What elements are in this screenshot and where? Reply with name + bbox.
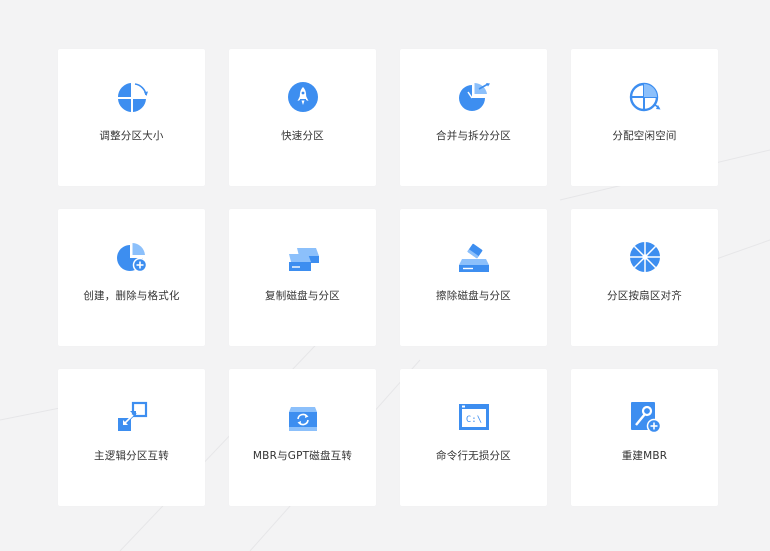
- wipe-disk-icon: [457, 240, 491, 274]
- feature-label: 复制磁盘与分区: [265, 290, 340, 302]
- resize-partition-icon: [115, 80, 149, 114]
- command-line-icon: C:\: [457, 400, 491, 434]
- feature-grid: 调整分区大小 快速分区 合并与拆分分区 分配空闲空间 创建，删除与格式化 复制磁…: [58, 49, 718, 506]
- rocket-icon: [286, 80, 320, 114]
- feature-card-resize-partition[interactable]: 调整分区大小: [58, 49, 205, 186]
- svg-text:C:\: C:\: [466, 415, 482, 425]
- feature-label: 命令行无损分区: [436, 450, 511, 462]
- feature-card-quick-partition[interactable]: 快速分区: [229, 49, 376, 186]
- feature-card-merge-split[interactable]: 合并与拆分分区: [400, 49, 547, 186]
- feature-label: 主逻辑分区互转: [94, 450, 169, 462]
- feature-card-primary-logical[interactable]: 主逻辑分区互转: [58, 369, 205, 506]
- feature-label: 重建MBR: [621, 450, 668, 462]
- feature-card-sector-align[interactable]: 分区按扇区对齐: [571, 209, 718, 346]
- feature-label: 分区按扇区对齐: [607, 290, 682, 302]
- merge-split-pie-icon: [457, 80, 491, 114]
- feature-card-create-delete-format[interactable]: 创建，删除与格式化: [58, 209, 205, 346]
- feature-label: 擦除磁盘与分区: [436, 290, 511, 302]
- feature-label: 快速分区: [281, 130, 324, 142]
- feature-label: 调整分区大小: [99, 130, 164, 142]
- feature-card-allocate-space[interactable]: 分配空闲空间: [571, 49, 718, 186]
- feature-card-wipe-disk[interactable]: 擦除磁盘与分区: [400, 209, 547, 346]
- sector-align-icon: [628, 240, 662, 274]
- feature-label: MBR与GPT磁盘互转: [252, 450, 353, 462]
- feature-card-mbr-gpt[interactable]: MBR与GPT磁盘互转: [229, 369, 376, 506]
- feature-label: 分配空闲空间: [612, 130, 677, 142]
- copy-disk-icon: [286, 240, 320, 274]
- rebuild-mbr-icon: [628, 400, 662, 434]
- feature-label: 创建，删除与格式化: [83, 290, 180, 302]
- feature-card-command-line[interactable]: C:\ 命令行无损分区: [400, 369, 547, 506]
- create-partition-icon: [115, 240, 149, 274]
- allocate-space-icon: [628, 80, 662, 114]
- feature-card-copy-disk[interactable]: 复制磁盘与分区: [229, 209, 376, 346]
- mbr-gpt-convert-icon: [286, 400, 320, 434]
- primary-logical-convert-icon: [115, 400, 149, 434]
- feature-label: 合并与拆分分区: [436, 130, 511, 142]
- feature-card-rebuild-mbr[interactable]: 重建MBR: [571, 369, 718, 506]
